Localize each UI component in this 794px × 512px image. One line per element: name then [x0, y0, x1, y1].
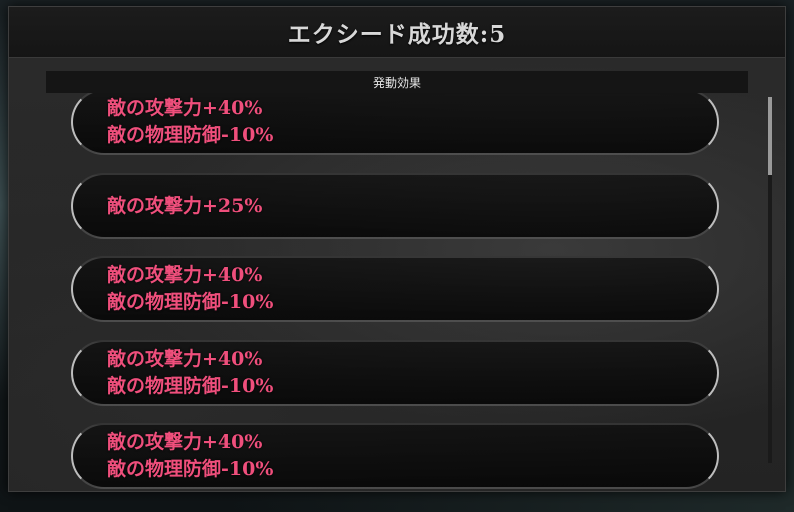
effect-text: 敵の物理防御-10% — [107, 124, 274, 146]
effect-item: 敵の攻撃力+40% 敵の物理防御-10% — [71, 256, 719, 322]
effect-item: 敵の攻撃力+25% — [71, 173, 719, 239]
section-header: 発動効果 — [45, 70, 749, 94]
effect-text: 敵の物理防御-10% — [107, 291, 274, 313]
effect-text: 敵の攻撃力+40% — [107, 97, 263, 119]
effect-text: 敵の攻撃力+40% — [107, 348, 263, 370]
scroll-thumb[interactable] — [768, 97, 772, 175]
panel-title: エクシード成功数:5 — [9, 7, 785, 58]
effect-item: 敵の攻撃力+40% 敵の物理防御-10% — [71, 423, 719, 489]
effect-item: 敵の攻撃力+40% 敵の物理防御-10% — [71, 93, 719, 155]
effect-text: 敵の物理防御-10% — [107, 458, 274, 480]
effect-text: 敵の攻撃力+40% — [107, 431, 263, 453]
exceed-result-panel: エクシード成功数:5 発動効果 敵の攻撃力+40% 敵の物理防御-10% 敵の攻… — [8, 6, 786, 492]
effect-text: 敵の攻撃力+25% — [107, 194, 263, 217]
effect-text: 敵の攻撃力+40% — [107, 264, 263, 286]
effect-text: 敵の物理防御-10% — [107, 375, 274, 397]
effect-item: 敵の攻撃力+40% 敵の物理防御-10% — [71, 340, 719, 406]
scrollbar[interactable] — [768, 97, 772, 463]
effect-list[interactable]: 敵の攻撃力+40% 敵の物理防御-10% 敵の攻撃力+25% 敵の攻撃力+40%… — [9, 93, 785, 491]
